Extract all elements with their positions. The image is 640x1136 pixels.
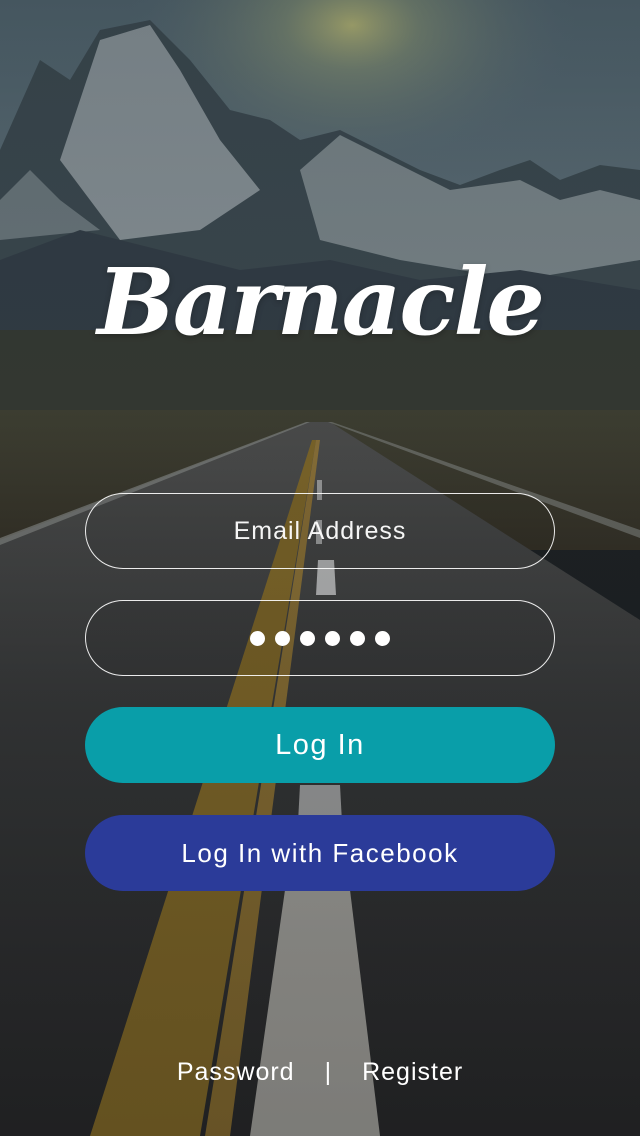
email-field[interactable] (85, 493, 555, 569)
forgot-password-link[interactable]: Password (177, 1058, 295, 1087)
facebook-login-button[interactable]: Log In with Facebook (85, 815, 555, 891)
password-input[interactable] (86, 601, 554, 675)
footer-links: Password | Register (0, 1058, 640, 1087)
password-field[interactable] (85, 600, 555, 676)
email-input[interactable] (86, 494, 554, 568)
footer-separator: | (324, 1058, 333, 1086)
login-screen: Barnacle Log In Log In with Facebook Pas… (0, 0, 640, 1136)
register-link[interactable]: Register (362, 1058, 463, 1087)
app-logo: Barnacle (97, 248, 545, 356)
login-button[interactable]: Log In (85, 707, 555, 783)
